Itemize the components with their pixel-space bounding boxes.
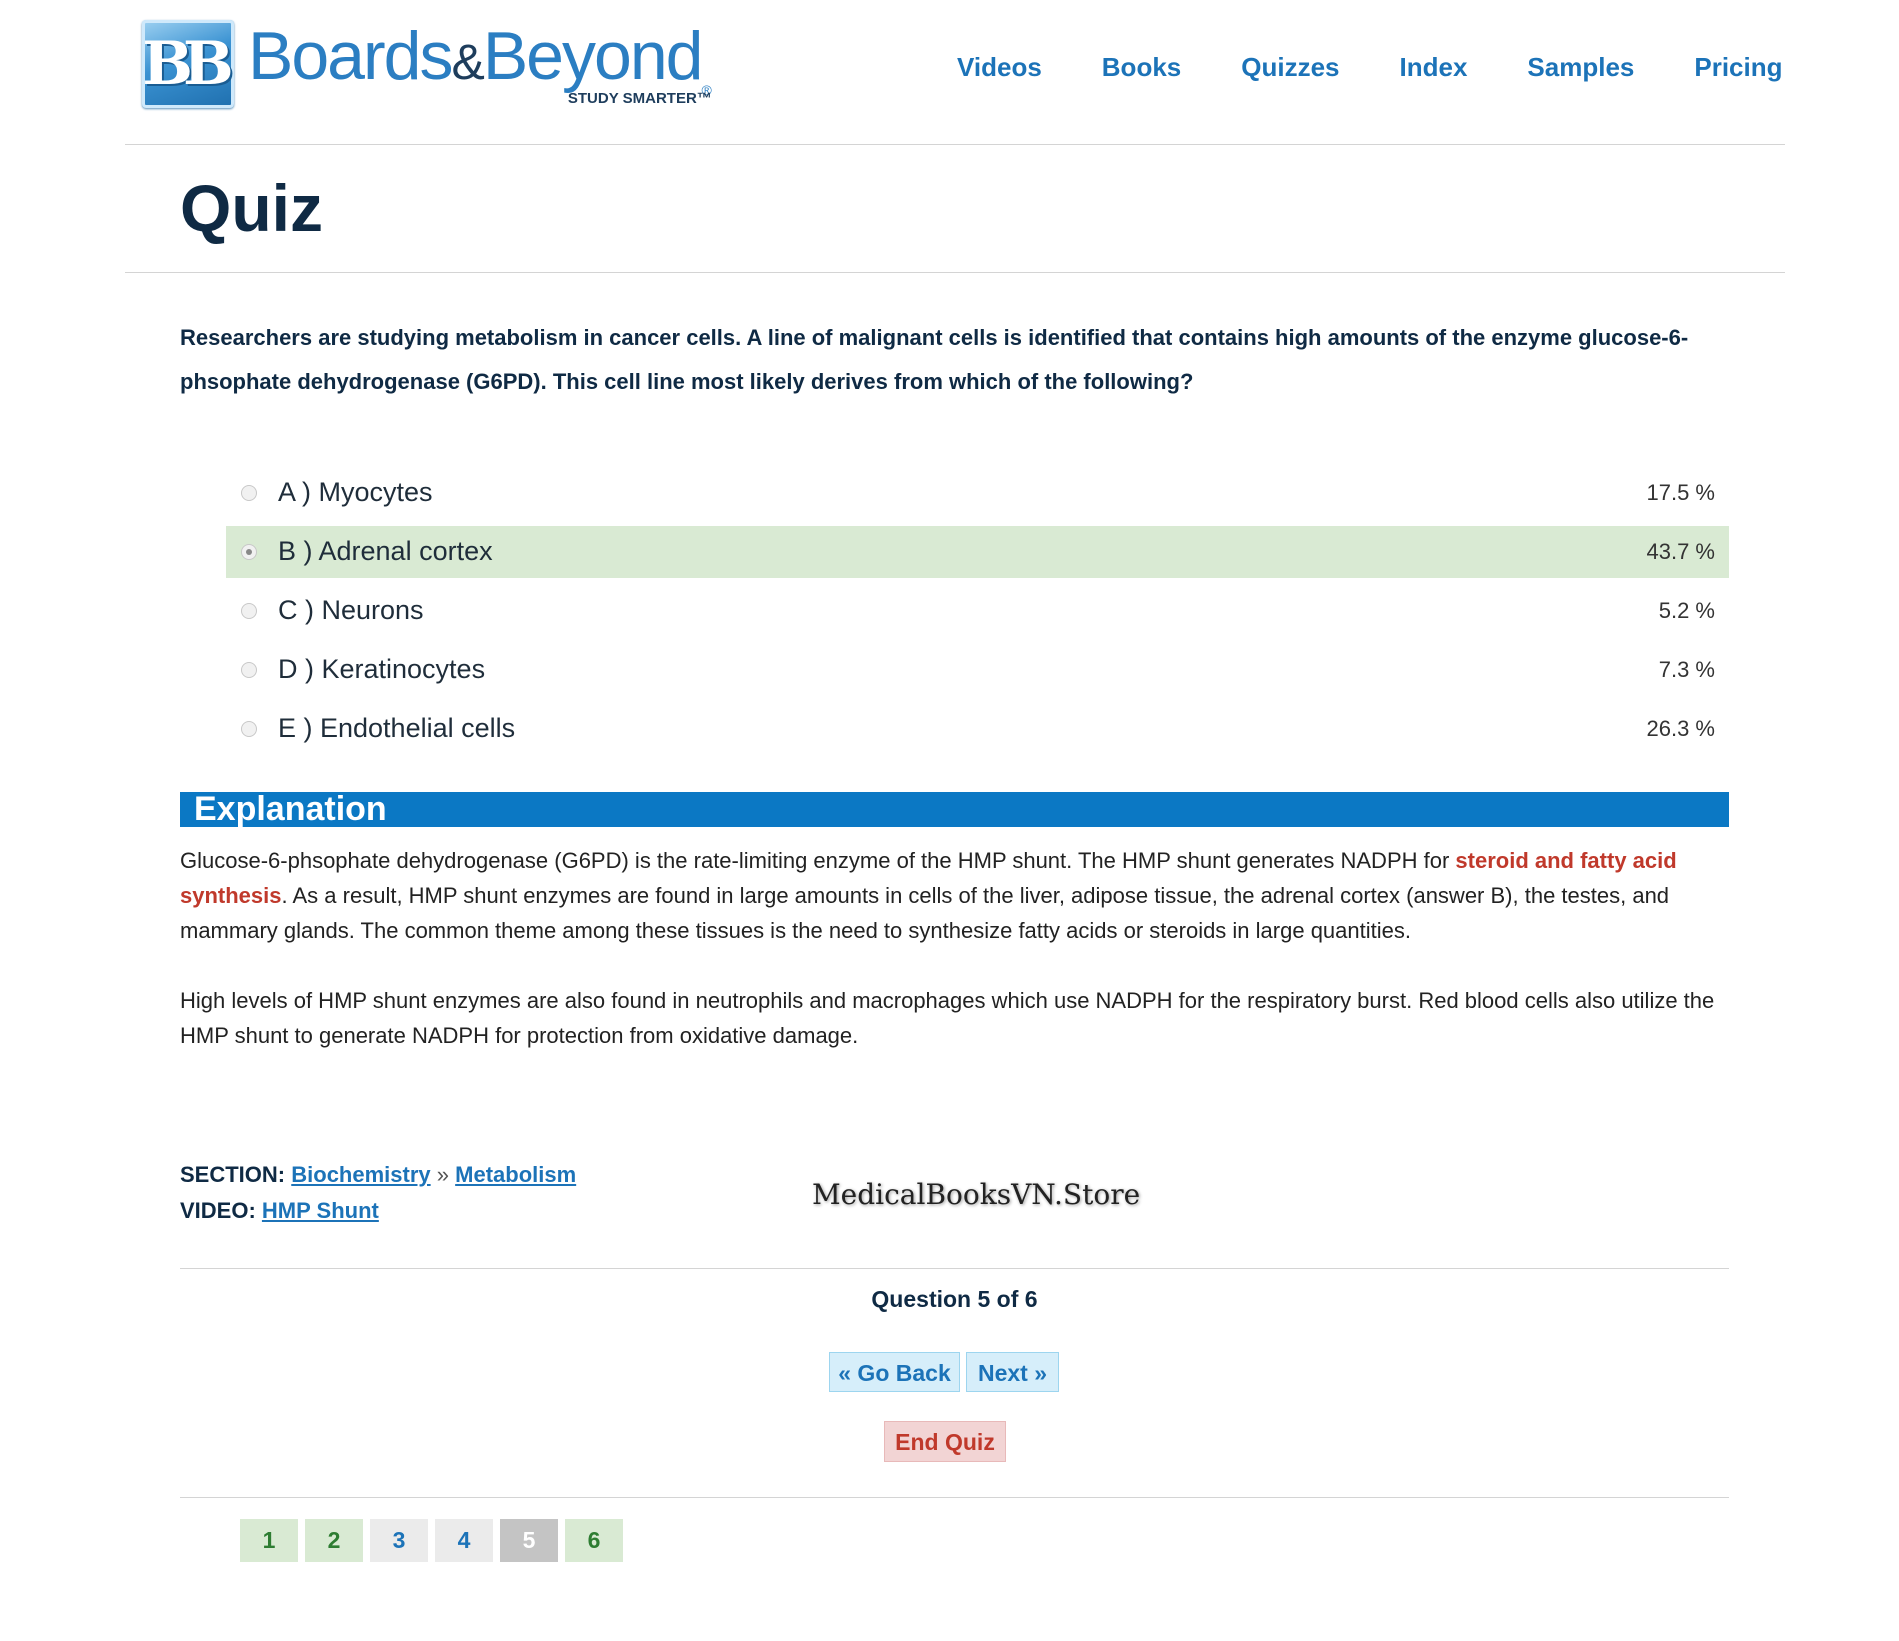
next-button[interactable]: Next »	[966, 1352, 1059, 1392]
nav-quizzes[interactable]: Quizzes	[1241, 52, 1339, 83]
answer-label: C ) Neurons	[278, 595, 424, 625]
logo-tagline: STUDY SMARTER™	[567, 90, 712, 107]
watermark: MedicalBooksVN.Store	[812, 1178, 1141, 1211]
section-info: SECTION: Biochemistry » Metabolism	[180, 1162, 577, 1187]
section-link-metabolism[interactable]: Metabolism	[455, 1162, 576, 1187]
main-nav: Videos Books Quizzes Index Samples Prici…	[957, 52, 1783, 83]
answer-label: B ) Adrenal cortex	[278, 536, 493, 566]
go-back-button[interactable]: « Go Back	[829, 1352, 960, 1392]
nav-books[interactable]: Books	[1102, 52, 1181, 83]
nav-pricing[interactable]: Pricing	[1694, 52, 1782, 83]
page-button-3[interactable]: 3	[370, 1519, 428, 1562]
header-divider	[125, 144, 1785, 145]
page-button-4[interactable]: 4	[435, 1519, 493, 1562]
radio-button[interactable]	[241, 721, 257, 737]
answer-option-c[interactable]: C ) Neurons 5.2 %	[226, 585, 1729, 637]
section-link-biochemistry[interactable]: Biochemistry	[291, 1162, 430, 1187]
page-button-2[interactable]: 2	[305, 1519, 363, 1562]
radio-button[interactable]	[241, 485, 257, 501]
answer-option-b[interactable]: B ) Adrenal cortex 43.7 %	[226, 526, 1729, 578]
explanation-paragraph-1: Glucose-6-phsophate dehydrogenase (G6PD)…	[180, 848, 1677, 943]
question-text: Researchers are studying metabolism in c…	[180, 325, 1689, 394]
answer-label: D ) Keratinocytes	[278, 654, 486, 684]
answer-option-a[interactable]: A ) Myocytes 17.5 %	[226, 467, 1729, 519]
answer-percent: 7.3 %	[1658, 657, 1715, 682]
radio-button[interactable]	[241, 603, 257, 619]
answer-label: E ) Endothelial cells	[278, 713, 516, 743]
answer-option-d[interactable]: D ) Keratinocytes 7.3 %	[226, 644, 1729, 696]
nav-index[interactable]: Index	[1400, 52, 1468, 83]
bb-logo-icon: BB	[142, 20, 234, 108]
page-button-6[interactable]: 6	[565, 1519, 623, 1562]
nav-videos[interactable]: Videos	[957, 52, 1042, 83]
end-quiz-button[interactable]: End Quiz	[884, 1421, 1006, 1462]
radio-button[interactable]	[241, 662, 257, 678]
video-info: VIDEO: HMP Shunt	[180, 1198, 379, 1223]
title-divider	[125, 272, 1785, 273]
explanation-title: Explanation	[194, 790, 387, 828]
boards-and-beyond-logo[interactable]: BB Boards&Beyond® STUDY SMARTER™	[142, 20, 712, 108]
pager-divider	[180, 1497, 1729, 1498]
answer-percent: 26.3 %	[1646, 716, 1716, 741]
question-pager: 1 2 3 4 5 6	[240, 1519, 630, 1562]
explanation-header: Explanation	[180, 790, 1729, 828]
question-counter: Question 5 of 6	[871, 1286, 1038, 1312]
site-header: BB Boards&Beyond® STUDY SMARTER™ Videos …	[125, 0, 1785, 144]
page-button-1[interactable]: 1	[240, 1519, 298, 1562]
page-button-5-current[interactable]: 5	[500, 1519, 558, 1562]
answer-option-e[interactable]: E ) Endothelial cells 26.3 %	[226, 703, 1729, 755]
nav-samples[interactable]: Samples	[1527, 52, 1634, 83]
explanation-paragraph-2: High levels of HMP shunt enzymes are als…	[180, 988, 1715, 1048]
answer-list: A ) Myocytes 17.5 % B ) Adrenal cortex 4…	[226, 467, 1729, 762]
video-link-hmp-shunt[interactable]: HMP Shunt	[262, 1198, 379, 1223]
logo-wordmark: Boards&Beyond® STUDY SMARTER™	[248, 18, 712, 107]
page-title: Quiz	[180, 171, 323, 245]
answer-percent: 17.5 %	[1646, 480, 1716, 505]
footer-divider	[180, 1268, 1729, 1269]
answer-label: A ) Myocytes	[278, 477, 433, 507]
radio-button-selected[interactable]	[241, 544, 257, 560]
answer-percent: 43.7 %	[1646, 539, 1716, 564]
answer-percent: 5.2 %	[1658, 598, 1715, 623]
